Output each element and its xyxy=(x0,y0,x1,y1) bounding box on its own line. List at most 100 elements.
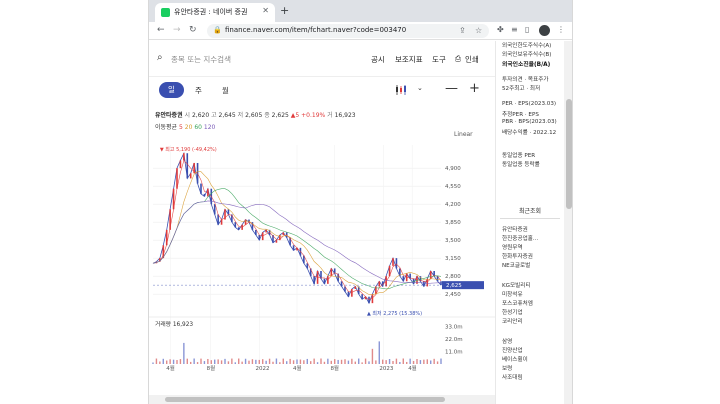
volume-bar xyxy=(262,359,264,364)
high-label: 고 xyxy=(211,112,217,119)
volume-bar xyxy=(268,358,271,364)
tab-recent-views[interactable]: 최근조회 xyxy=(500,205,560,219)
price-candle xyxy=(189,173,192,179)
disclosure-menu[interactable]: 공시 xyxy=(371,54,385,65)
vertical-scrollbar[interactable] xyxy=(564,41,572,404)
volume-bar xyxy=(231,358,233,364)
volume-bar xyxy=(159,361,161,364)
share-icon[interactable]: ⇪ xyxy=(459,26,466,35)
volume-bar xyxy=(320,358,322,364)
volume-bar xyxy=(340,359,343,364)
volume-bar xyxy=(207,358,209,364)
volume-bar xyxy=(166,360,168,364)
tools-menu[interactable]: 도구 xyxy=(432,54,446,65)
current-price-label: 2,625 xyxy=(446,283,462,289)
recent-stock-item[interactable]: 삼영 xyxy=(502,337,512,345)
stock-name: 유안타증권 xyxy=(155,112,183,119)
moving-average-legend[interactable]: 이동평균 5 20 60 120 xyxy=(155,122,215,131)
x-tick-label: 8월 xyxy=(207,364,216,371)
period-week-button[interactable]: 주 xyxy=(195,85,202,96)
price-candle xyxy=(402,276,405,282)
forward-icon[interactable]: → xyxy=(173,25,181,35)
volume-bar xyxy=(361,362,363,364)
change-value: ▲5 xyxy=(290,112,300,119)
volume-bar xyxy=(392,361,394,364)
volume-bar xyxy=(152,362,154,364)
search-icon[interactable]: ⌕ xyxy=(157,52,163,63)
chart-type-chevron-down-icon[interactable]: ⌄ xyxy=(417,84,423,92)
stock-price-chart[interactable]: 2,450 2,800 3,150 3,500 3,850 4,200 4,550 4,900… xyxy=(149,139,495,371)
price-candle xyxy=(361,294,363,300)
zoom-in-button[interactable]: + xyxy=(469,81,480,96)
price-candle xyxy=(220,219,223,225)
scale-selector[interactable]: Linear xyxy=(454,131,473,138)
volume-bar xyxy=(299,359,302,364)
price-candle xyxy=(227,209,230,215)
ma-60: 60 xyxy=(194,124,202,131)
print-icon[interactable]: ⎙ xyxy=(455,54,461,64)
volume-bar xyxy=(251,359,254,364)
close-tab-icon[interactable]: ✕ xyxy=(262,6,269,15)
new-tab-icon[interactable]: + xyxy=(280,4,289,17)
horizontal-scrollbar[interactable] xyxy=(149,395,495,404)
right-info-panel: 외국인한도주식수(A) 외국인보유주식수(B) 외국인소진율(B/A) 투자의견… xyxy=(495,41,564,404)
dividend-yield-item: 배당수익률 · 2022.12 xyxy=(502,130,557,136)
recent-stock-item[interactable]: 유안타증권 xyxy=(502,225,528,233)
print-menu[interactable]: 인쇄 xyxy=(465,54,479,65)
recent-stock-item[interactable]: KG모빌리티 xyxy=(502,281,531,289)
volume-bar xyxy=(310,361,312,364)
vertical-scroll-thumb[interactable] xyxy=(566,99,572,209)
recent-stock-item[interactable]: 진양산업 xyxy=(502,346,523,354)
volume-bar xyxy=(354,361,356,364)
recent-stock-item[interactable]: 포스코퓨처엠 xyxy=(502,299,533,307)
horizontal-scroll-thumb[interactable] xyxy=(165,397,445,402)
indicators-menu[interactable]: 보조지표 xyxy=(395,54,423,65)
volume-bar xyxy=(279,362,281,364)
stock-search-input[interactable]: 종목 또는 지수검색 xyxy=(171,54,231,65)
volume-bar xyxy=(292,360,295,364)
volume-bar xyxy=(430,360,432,364)
max-price-annotation: ▼ 최고 5,190 (-49,42%) xyxy=(160,146,217,153)
url-field[interactable]: 🔒 finance.naver.com/item/fchart.naver?co… xyxy=(207,24,489,38)
recent-stock-item[interactable]: 한성기업 xyxy=(502,308,523,316)
candlestick-icon[interactable] xyxy=(395,84,409,96)
volume-bar xyxy=(179,359,182,364)
y-tick-label: 2,800 xyxy=(445,274,461,280)
recent-stock-item[interactable]: 코리안리 xyxy=(502,317,523,325)
volume-bar xyxy=(440,358,442,364)
chart-toolbar: ⌕ 종목 또는 지수검색 공시 보조지표 도구 ⎙ 인쇄 xyxy=(149,41,495,77)
profile-avatar[interactable] xyxy=(539,25,550,36)
reading-list-icon[interactable]: ≡ xyxy=(511,25,518,34)
recent-stock-item[interactable]: NE코글로벌 xyxy=(502,261,530,269)
more-menu-icon[interactable]: ⋮ xyxy=(557,25,565,34)
recent-stock-item[interactable]: 한진중공업홀... xyxy=(502,234,538,242)
volume-bar xyxy=(227,361,230,364)
extensions-icon[interactable]: ✤ xyxy=(497,25,504,34)
recent-stock-item[interactable]: 보령 xyxy=(502,364,512,372)
volume-value: 16,923 xyxy=(334,112,356,119)
bookmark-star-icon[interactable]: ☆ xyxy=(475,26,482,35)
recent-stock-item[interactable]: 베이스휠이 xyxy=(502,355,528,363)
volume-bar xyxy=(200,358,202,364)
recent-stock-item[interactable]: 한화투자증권 xyxy=(502,252,533,260)
volume-bar xyxy=(327,358,329,364)
x-tick-label: 4월 xyxy=(293,364,302,371)
price-candle xyxy=(340,281,343,287)
recent-stock-item[interactable]: 미창석유 xyxy=(502,290,523,298)
volume-bar xyxy=(378,341,380,364)
browser-tab[interactable]: 유안타증권 : 네이버 증권 ✕ xyxy=(155,3,275,22)
price-candle xyxy=(392,258,394,266)
volume-bar xyxy=(193,358,195,364)
naver-favicon-icon xyxy=(161,8,170,17)
reload-icon[interactable]: ↻ xyxy=(189,25,197,35)
recent-stock-item[interactable]: 사조대림 xyxy=(502,373,523,381)
back-icon[interactable]: ← xyxy=(157,25,165,35)
volume-label: 거 xyxy=(327,112,333,119)
period-day-button[interactable]: 일 xyxy=(159,82,184,98)
period-month-button[interactable]: 월 xyxy=(222,85,229,96)
sidepanel-icon[interactable]: ▯ xyxy=(525,25,529,34)
volume-bar xyxy=(313,358,315,364)
sector-change-item: 동일업종 등락률 xyxy=(502,162,540,168)
recent-stock-item[interactable]: 영원무역 xyxy=(502,243,523,251)
zoom-out-button[interactable]: — xyxy=(445,81,458,96)
